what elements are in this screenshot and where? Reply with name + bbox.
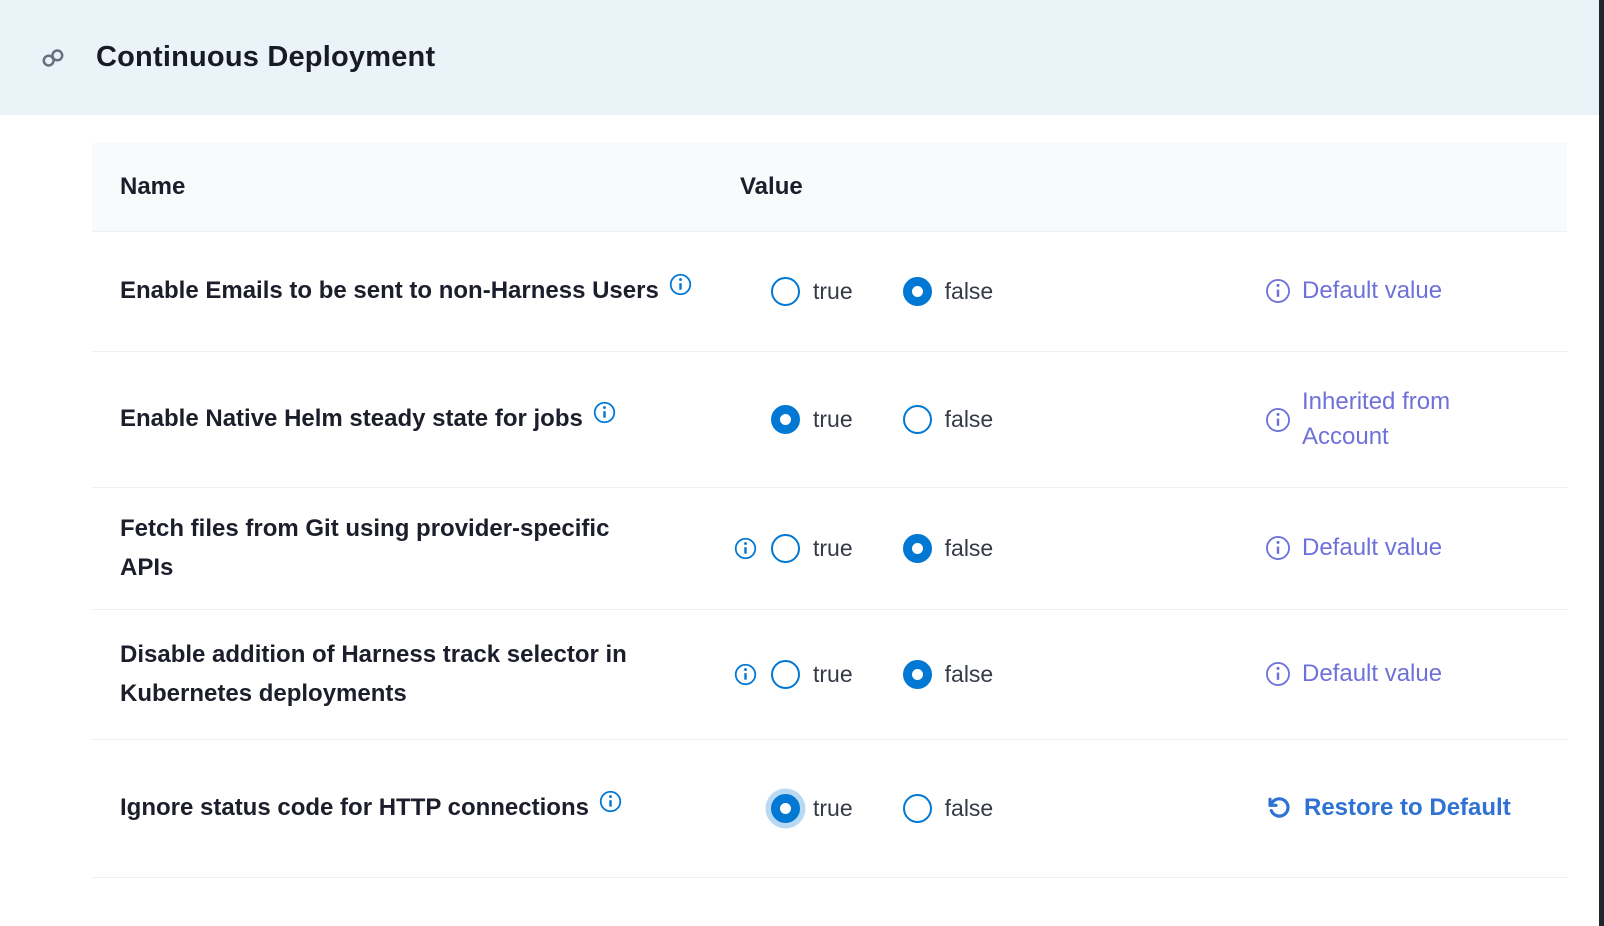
radio-button[interactable]: [771, 277, 800, 306]
status-label[interactable]: Inherited from Account: [1302, 385, 1450, 455]
radio-button[interactable]: [771, 405, 800, 434]
radio-false[interactable]: false: [903, 660, 994, 689]
radio-button[interactable]: [771, 534, 800, 563]
status-badge: Default value: [1265, 274, 1567, 309]
info-icon[interactable]: [669, 273, 692, 296]
setting-name: Ignore status code for HTTP connections: [120, 794, 589, 821]
status-label[interactable]: Default value: [1302, 274, 1442, 309]
status-badge: Default value: [1265, 531, 1567, 566]
radio-group: true false: [720, 277, 1265, 306]
info-icon[interactable]: [593, 401, 616, 424]
radio-false[interactable]: false: [903, 277, 994, 306]
status-badge: Inherited from Account: [1265, 385, 1567, 455]
radio-false[interactable]: false: [903, 534, 994, 563]
status-label[interactable]: Default value: [1302, 657, 1442, 692]
radio-button[interactable]: [903, 277, 932, 306]
status-label[interactable]: Restore to Default: [1304, 791, 1511, 826]
restore-icon[interactable]: [1265, 794, 1293, 822]
page-title: Continuous Deployment: [96, 41, 435, 74]
radio-true[interactable]: true: [771, 660, 853, 689]
radio-button[interactable]: [903, 534, 932, 563]
info-icon[interactable]: [599, 790, 622, 813]
column-header-name: Name: [120, 173, 720, 201]
table-row: Ignore status code for HTTP connections …: [92, 740, 1567, 878]
table-row: Disable addition of Harness track select…: [92, 610, 1567, 740]
radio-button[interactable]: [903, 794, 932, 823]
table-row: Enable Emails to be sent to non-Harness …: [92, 232, 1567, 352]
radio-button[interactable]: [771, 794, 800, 823]
info-icon[interactable]: [1265, 535, 1291, 561]
radio-group: true false: [720, 405, 1265, 434]
status-label[interactable]: Default value: [1302, 531, 1442, 566]
radio-button[interactable]: [771, 660, 800, 689]
setting-name: Enable Native Helm steady state for jobs: [120, 405, 583, 432]
setting-name: Disable addition of Harness track select…: [120, 641, 627, 707]
setting-name: Fetch files from Git using provider-spec…: [120, 515, 609, 581]
radio-true[interactable]: true: [771, 405, 853, 434]
table-row: Enable Native Helm steady state for jobs…: [92, 352, 1567, 488]
info-icon[interactable]: [734, 537, 757, 560]
status-badge: Restore to Default: [1265, 791, 1567, 826]
info-icon[interactable]: [734, 663, 757, 686]
info-icon[interactable]: [1265, 661, 1291, 687]
column-header-value: Value: [720, 173, 1265, 201]
setting-name: Enable Emails to be sent to non-Harness …: [120, 277, 659, 304]
table-row: Fetch files from Git using provider-spec…: [92, 488, 1567, 610]
status-badge: Default value: [1265, 657, 1567, 692]
radio-false[interactable]: false: [903, 405, 994, 434]
radio-button[interactable]: [903, 660, 932, 689]
radio-button[interactable]: [903, 405, 932, 434]
radio-group: true false: [720, 534, 1265, 563]
radio-true[interactable]: true: [771, 277, 853, 306]
radio-group: true false: [720, 794, 1265, 823]
section-header: Continuous Deployment: [0, 0, 1604, 115]
radio-false[interactable]: false: [903, 794, 994, 823]
link-icon[interactable]: [40, 45, 66, 71]
radio-true[interactable]: true: [771, 794, 853, 823]
radio-true[interactable]: true: [771, 534, 853, 563]
info-icon[interactable]: [1265, 278, 1291, 304]
radio-group: true false: [720, 660, 1265, 689]
window-edge: [1599, 0, 1604, 926]
table-header-row: Name Value: [92, 143, 1567, 232]
settings-table: Name Value Enable Emails to be sent to n…: [92, 143, 1567, 878]
info-icon[interactable]: [1265, 407, 1291, 433]
